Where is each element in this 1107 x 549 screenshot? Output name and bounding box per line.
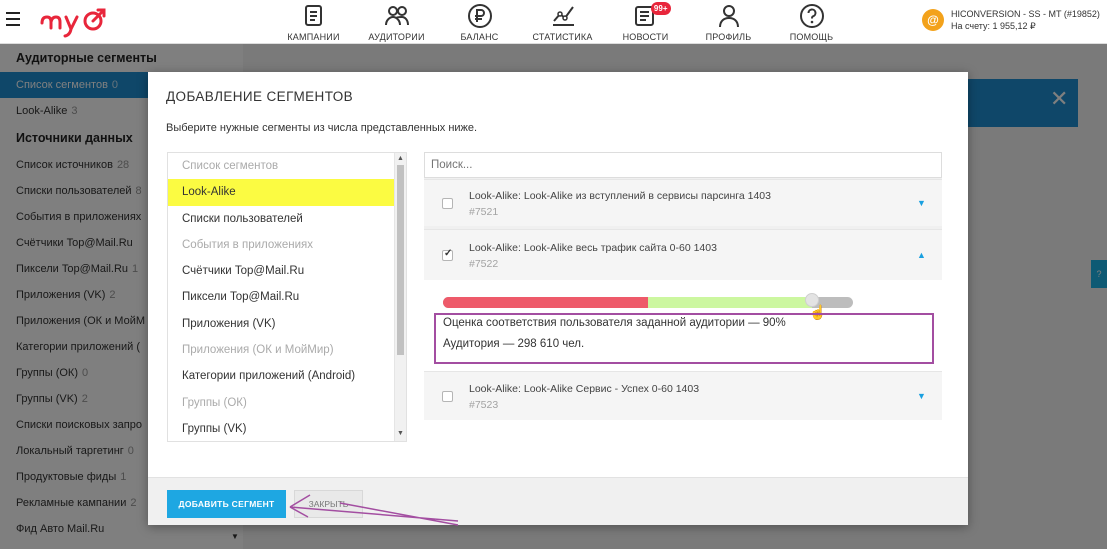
match-progress-bar bbox=[443, 297, 853, 308]
category-item: События в приложениях bbox=[182, 238, 313, 251]
category-item[interactable]: Списки пользователей bbox=[168, 206, 394, 232]
add-segments-modal: ДОБАВЛЕНИЕ СЕГМЕНТОВ Выберите нужные сег… bbox=[148, 72, 968, 525]
segment-row-expanded[interactable]: Look-Alike: Look-Alike весь трафик сайта… bbox=[424, 229, 942, 280]
segment-id: #7521 bbox=[469, 206, 499, 218]
category-list: Список сегментов Look-Alike Списки польз… bbox=[167, 152, 407, 442]
scroll-down-icon[interactable]: ▼ bbox=[397, 430, 404, 437]
nav-label: НОВОСТИ bbox=[622, 32, 669, 42]
segment-title: Look-Alike: Look-Alike весь трафик сайта… bbox=[469, 242, 717, 254]
profile-icon bbox=[716, 3, 742, 29]
nav-balance[interactable]: БАЛАНС bbox=[438, 0, 521, 44]
account-name: HICONVERSION - SS - MT (#19852) bbox=[951, 9, 1100, 19]
category-item: Группы (ОК) bbox=[182, 396, 247, 409]
nav-label: ПОМОЩЬ bbox=[789, 32, 834, 42]
nav-label: ПРОФИЛЬ bbox=[705, 32, 752, 42]
segment-id: #7522 bbox=[469, 258, 499, 270]
category-item: Список сегментов bbox=[182, 160, 279, 172]
modal-subtitle: Выберите нужные сегменты из числа предст… bbox=[166, 122, 478, 134]
modal-footer: ДОБАВИТЬ СЕГМЕНТ ЗАКРЫТЬ bbox=[148, 477, 968, 525]
nav-label: БАЛАНС bbox=[460, 32, 499, 42]
nav-news[interactable]: 99+ НОВОСТИ bbox=[604, 0, 687, 44]
news-icon: 99+ bbox=[633, 2, 671, 29]
match-estimate-text: Оценка соответствия пользователя заданно… bbox=[443, 317, 786, 329]
avatar: @ bbox=[922, 9, 944, 31]
news-badge: 99+ bbox=[650, 2, 671, 15]
help-icon bbox=[799, 3, 825, 29]
segment-id: #7523 bbox=[469, 399, 499, 411]
main-nav: КАМПАНИИ АУДИТОРИИ БАЛАНС СТАТИСТИКА 99+ bbox=[272, 0, 853, 44]
campaigns-icon bbox=[301, 3, 327, 29]
segment-row[interactable]: Look-Alike: Look-Alike Сервис - Успех 0-… bbox=[424, 371, 942, 420]
match-bar-red bbox=[443, 297, 648, 308]
scrollbar-thumb[interactable] bbox=[397, 165, 404, 355]
nav-label: АУДИТОРИИ bbox=[368, 32, 425, 42]
annotation-arrow bbox=[289, 494, 459, 526]
nav-statistics[interactable]: СТАТИСТИКА bbox=[521, 0, 604, 44]
category-item[interactable]: Приложения (VK) bbox=[168, 311, 394, 337]
category-item[interactable]: Категории приложений (Android) bbox=[168, 363, 394, 389]
statistics-icon bbox=[550, 3, 576, 29]
segment-checkbox[interactable] bbox=[442, 198, 453, 209]
mytarget-logo[interactable] bbox=[40, 3, 110, 46]
add-segment-button[interactable]: ДОБАВИТЬ СЕГМЕНТ bbox=[167, 490, 286, 518]
nav-label: КАМПАНИИ bbox=[287, 32, 340, 42]
list-spacer bbox=[424, 420, 942, 442]
search-input[interactable] bbox=[424, 152, 942, 178]
nav-help[interactable]: ПОМОЩЬ bbox=[770, 0, 853, 44]
modal-title: ДОБАВЛЕНИЕ СЕГМЕНТОВ bbox=[166, 89, 354, 104]
chevron-down-icon[interactable]: ▼ bbox=[917, 391, 926, 401]
segment-title: Look-Alike: Look-Alike из вступлений в с… bbox=[469, 190, 771, 202]
category-item[interactable]: Пиксели Top@Mail.Ru bbox=[168, 284, 394, 310]
nav-profile[interactable]: ПРОФИЛЬ bbox=[687, 0, 770, 44]
segment-checkbox-checked[interactable] bbox=[442, 248, 453, 261]
account-info[interactable]: @ HICONVERSION - SS - MT (#19852) На сче… bbox=[922, 8, 1100, 32]
segment-row[interactable]: Look-Alike: Look-Alike из вступлений в с… bbox=[424, 179, 942, 226]
match-bar-green bbox=[648, 297, 812, 308]
category-item: Приложения (ОК и МойМир) bbox=[182, 344, 334, 357]
top-header: КАМПАНИИ АУДИТОРИИ БАЛАНС СТАТИСТИКА 99+ bbox=[0, 0, 1107, 44]
category-item[interactable]: Счётчики Top@Mail.Ru bbox=[168, 258, 394, 284]
category-item[interactable]: Группы (VK) bbox=[168, 416, 394, 441]
nav-campaigns[interactable]: КАМПАНИИ bbox=[272, 0, 355, 44]
category-item-lookalike[interactable]: Look-Alike bbox=[168, 179, 394, 206]
ruble-icon bbox=[467, 3, 493, 29]
chevron-up-icon[interactable]: ▲ bbox=[917, 250, 926, 260]
segment-checkbox[interactable] bbox=[442, 391, 453, 402]
chevron-down-icon[interactable]: ▼ bbox=[917, 198, 926, 208]
scroll-up-icon[interactable]: ▲ bbox=[397, 155, 404, 162]
segment-details: ☝ Оценка соответствия пользователя задан… bbox=[424, 280, 942, 371]
audiences-icon bbox=[384, 3, 410, 29]
menu-icon[interactable] bbox=[6, 12, 20, 26]
category-scrollbar[interactable]: ▲ ▼ bbox=[394, 153, 406, 441]
segments-panel: Look-Alike: Look-Alike из вступлений в с… bbox=[424, 152, 942, 442]
segment-title: Look-Alike: Look-Alike Сервис - Успех 0-… bbox=[469, 383, 700, 395]
account-balance: На счету: 1 955,12 ₽ bbox=[951, 21, 1036, 31]
audience-size-text: Аудитория — 298 610 чел. bbox=[443, 338, 585, 350]
nav-audiences[interactable]: АУДИТОРИИ bbox=[355, 0, 438, 44]
nav-label: СТАТИСТИКА bbox=[532, 32, 593, 42]
